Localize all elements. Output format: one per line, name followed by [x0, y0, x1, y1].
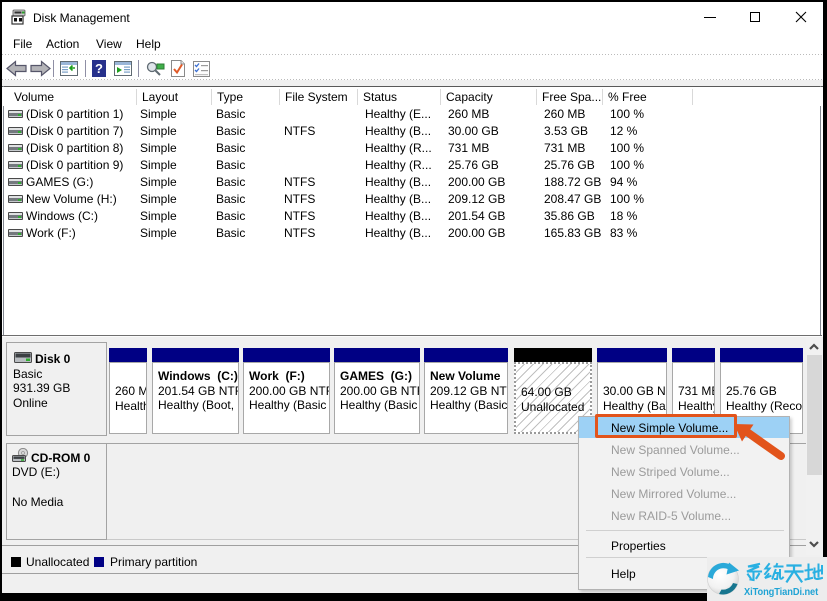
svg-text:?: ? — [95, 61, 103, 76]
